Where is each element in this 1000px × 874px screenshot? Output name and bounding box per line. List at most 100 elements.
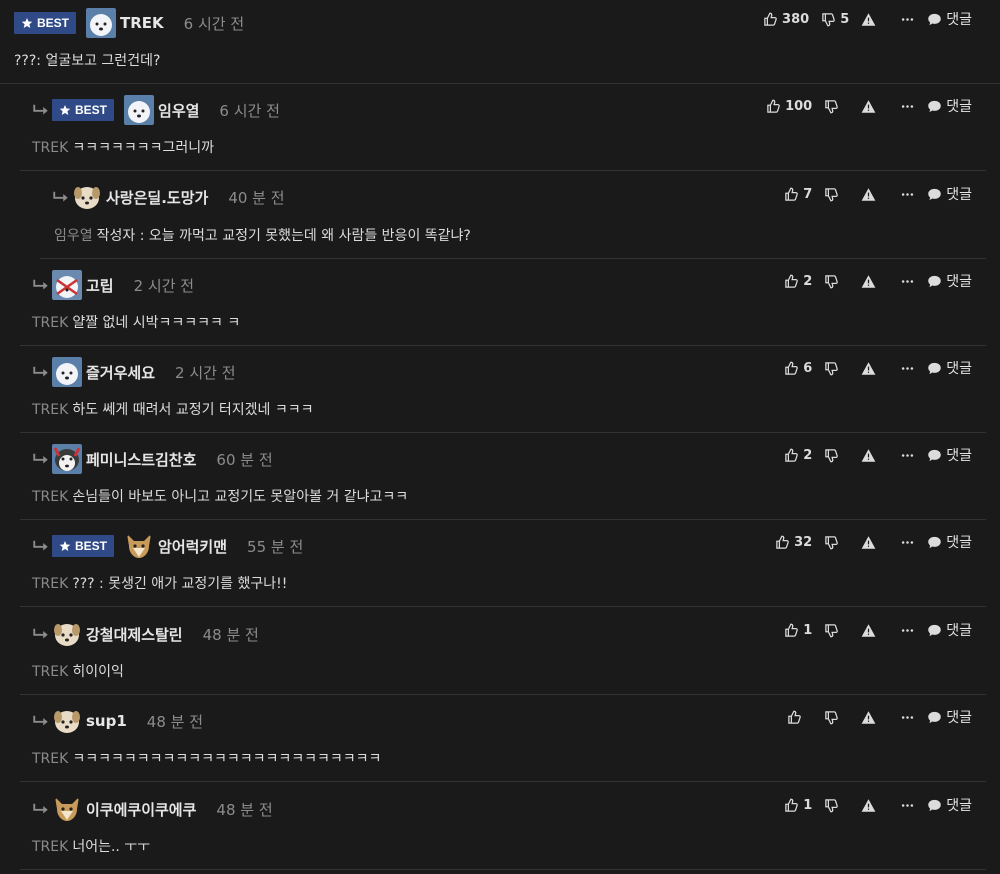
like-button[interactable]: 1 <box>784 623 812 638</box>
timestamp: 60 분 전 <box>216 450 273 469</box>
more-button[interactable] <box>900 623 915 638</box>
report-button[interactable] <box>861 798 876 813</box>
reply-button[interactable]: 댓글 <box>927 184 972 204</box>
report-button[interactable] <box>861 361 876 376</box>
timestamp: 48 분 전 <box>202 625 259 644</box>
like-button[interactable]: 2 <box>784 274 812 289</box>
reply-button[interactable]: 댓글 <box>927 358 972 378</box>
dislike-button[interactable] <box>824 710 849 725</box>
reply-button[interactable]: 댓글 <box>927 532 972 552</box>
nickname[interactable]: 강철대제스탈린 <box>86 624 183 645</box>
reply-button[interactable]: 댓글 <box>927 9 972 29</box>
reply-button[interactable]: 댓글 <box>927 271 972 291</box>
speech-bubble-icon <box>927 12 942 27</box>
report-button[interactable] <box>861 99 876 114</box>
avatar[interactable] <box>124 95 154 125</box>
like-button[interactable]: 2 <box>784 448 812 463</box>
avatar[interactable] <box>72 182 102 212</box>
reply-arrow-icon <box>52 190 70 204</box>
reply-button[interactable]: 댓글 <box>927 96 972 116</box>
reply-button[interactable]: 댓글 <box>927 620 972 640</box>
comment-actions: 댓글 <box>787 707 972 727</box>
thumbs-down-icon <box>824 448 839 463</box>
dislike-button[interactable] <box>824 623 849 638</box>
more-icon <box>900 274 915 289</box>
more-button[interactable] <box>900 99 915 114</box>
warning-icon <box>861 99 876 114</box>
report-button[interactable] <box>861 187 876 202</box>
like-button[interactable] <box>787 710 812 725</box>
star-icon <box>21 17 33 29</box>
reply-button[interactable]: 댓글 <box>927 707 972 727</box>
more-icon <box>900 535 915 550</box>
warning-icon <box>861 798 876 813</box>
avatar[interactable] <box>52 444 82 474</box>
comment-actions: 6 댓글 <box>784 358 972 378</box>
like-button[interactable]: 380 <box>763 12 809 27</box>
dislike-button[interactable] <box>824 361 849 376</box>
avatar[interactable] <box>86 8 116 38</box>
like-button[interactable]: 100 <box>766 99 812 114</box>
nickname[interactable]: 사랑은딜.도망가 <box>106 187 208 208</box>
comment-text: TREK 하도 쎄게 때려서 교정기 터지겠네 ㅋㅋㅋ <box>32 402 314 418</box>
like-button[interactable]: 6 <box>784 361 812 376</box>
nickname[interactable]: 페미니스트김찬호 <box>86 449 196 470</box>
comment-actions: 1 댓글 <box>784 795 972 815</box>
avatar[interactable] <box>52 794 82 824</box>
avatar[interactable] <box>52 619 82 649</box>
report-button[interactable] <box>861 535 876 550</box>
reply-arrow-icon <box>32 278 50 292</box>
more-button[interactable] <box>900 448 915 463</box>
like-button[interactable]: 7 <box>784 187 812 202</box>
dislike-button[interactable] <box>824 274 849 289</box>
timestamp: 6 시간 전 <box>183 14 245 33</box>
thumbs-up-icon <box>787 710 802 725</box>
report-button[interactable] <box>861 12 876 27</box>
avatar[interactable] <box>52 270 82 300</box>
like-button[interactable]: 1 <box>784 798 812 813</box>
report-button[interactable] <box>861 623 876 638</box>
dislike-button[interactable] <box>824 99 849 114</box>
dislike-button[interactable]: 5 <box>821 12 849 27</box>
thumbs-down-icon <box>824 623 839 638</box>
comment-text: TREK ㅋㅋㅋㅋㅋㅋㅋㅋㅋㅋㅋㅋㅋㅋㅋㅋㅋㅋㅋㅋㅋㅋㅋㅋ <box>32 751 382 767</box>
thumbs-down-icon <box>824 535 839 550</box>
reply-button[interactable]: 댓글 <box>927 795 972 815</box>
more-icon <box>900 798 915 813</box>
thumbs-down-icon <box>824 710 839 725</box>
dislike-button[interactable] <box>824 448 849 463</box>
nickname[interactable]: 이쿠에쿠이쿠에쿠 <box>86 799 196 820</box>
more-button[interactable] <box>900 710 915 725</box>
nickname[interactable]: 고립 <box>86 275 114 296</box>
speech-bubble-icon <box>927 274 942 289</box>
report-button[interactable] <box>861 274 876 289</box>
nickname[interactable]: sup1 <box>86 712 127 730</box>
star-icon <box>59 104 71 116</box>
nickname[interactable]: TREK <box>120 14 164 32</box>
mention: TREK <box>32 751 69 767</box>
speech-bubble-icon <box>927 187 942 202</box>
more-button[interactable] <box>900 361 915 376</box>
reply-arrow-icon <box>32 627 50 641</box>
like-button[interactable]: 32 <box>775 535 812 550</box>
more-button[interactable] <box>900 187 915 202</box>
reply-button[interactable]: 댓글 <box>927 445 972 465</box>
comment-text: TREK 얄짤 없네 시박ㅋㅋㅋㅋㅋ ㅋ <box>32 315 241 331</box>
nickname[interactable]: 임우열 <box>158 100 199 121</box>
nickname[interactable]: 즐거우세요 <box>86 362 155 383</box>
more-button[interactable] <box>900 798 915 813</box>
avatar[interactable] <box>124 531 154 561</box>
dislike-button[interactable] <box>824 187 849 202</box>
dislike-button[interactable] <box>824 798 849 813</box>
nickname[interactable]: 암어럭키맨 <box>158 536 227 557</box>
more-button[interactable] <box>900 535 915 550</box>
more-button[interactable] <box>900 12 915 27</box>
timestamp: 40 분 전 <box>228 188 285 207</box>
avatar[interactable] <box>52 357 82 387</box>
more-button[interactable] <box>900 274 915 289</box>
thumbs-up-icon <box>775 535 790 550</box>
report-button[interactable] <box>861 710 876 725</box>
avatar[interactable] <box>52 706 82 736</box>
dislike-button[interactable] <box>824 535 849 550</box>
report-button[interactable] <box>861 448 876 463</box>
